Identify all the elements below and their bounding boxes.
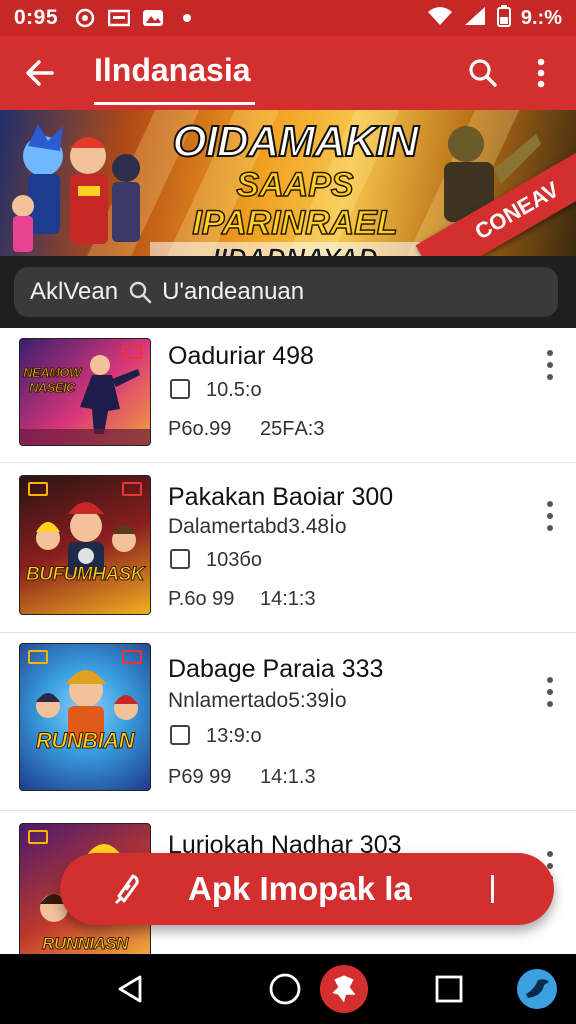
app-thumbnail: NEAMOW NASEIC [19,338,151,446]
item-more-button[interactable] [538,501,562,531]
item-title: Oaduriar 498 [168,342,314,370]
banner-line-1: OIDAMAKIN [171,117,419,167]
dot-icon [176,9,198,27]
banner-line-2: SAAPS IPARINRAEL [192,165,399,243]
recents-square-icon [435,975,463,1003]
item-subtitle: Nnlamertado5:39İo [168,689,347,712]
home-circle-icon [269,973,301,1005]
notification-icon [74,8,96,28]
edit-icon [108,871,144,907]
list-item[interactable]: BUFUMHASK Pakakan Baoiar 300 Dalamertabd… [0,463,576,633]
list-item[interactable]: NEAMOW NASEIC Oaduriar 498 10.5:o P6o.99… [0,328,576,463]
item-more-button[interactable] [538,677,562,707]
search-icon [128,280,152,304]
item-check-value: 13:9:o [206,725,262,747]
item-more-button[interactable] [538,350,562,380]
more-vert-icon [537,58,545,88]
item-price: P.6o 99 [168,588,235,610]
item-extra: 25FА:3 [260,418,325,440]
fab-divider [491,875,494,903]
item-checkbox[interactable] [170,549,190,569]
app-thumbnail: RUNBIAN [19,643,151,791]
page-title: Ilndanasia [94,52,254,105]
promo-banner[interactable]: OIDAMAKIN SAAPS IPARINRAEL IIDADNAYAD GI… [0,110,576,256]
item-extra: 14:1:3 [260,588,316,610]
item-title: Dabage Paraia 333 [168,655,384,683]
wifi-icon [427,6,453,31]
install-app-button[interactable]: Apk Imoрak la [60,853,554,925]
item-checkbox[interactable] [170,379,190,399]
adventure-character-image [36,670,138,742]
banner-line-3: IIDADNAYAD GIAMIAKI [150,242,440,256]
item-checkbox[interactable] [170,725,190,745]
arrow-back-icon [26,60,54,86]
overflow-menu-button[interactable] [522,54,560,92]
item-extra: 14:1.3 [260,766,316,788]
nav-home-button[interactable] [260,964,310,1014]
app-thumbnail: BUFUMHASK [19,475,151,615]
install-app-label: Apk Imoрak la [188,870,412,907]
search-strip: AklVean U'andeanuan [0,256,576,328]
nav-back-button[interactable] [106,964,156,1014]
battery-icon [496,4,511,32]
app-bar: Ilndanasia [0,36,576,110]
search-icon [469,59,497,87]
back-button[interactable] [14,47,66,99]
back-triangle-icon [118,975,142,1003]
status-time: 0:95 [14,6,59,29]
banner-headline: OIDAMAKIN SAAPS IPARINRAEL IIDADNAYAD GI… [150,117,440,256]
item-check-value: 103бo [206,549,262,571]
search-prefix: AklVean [30,278,119,305]
item-price: P6o.99 [168,418,232,440]
list-item[interactable]: RUNBIAN Dabage Paraia 333 Nnlamertado5:3… [0,633,576,811]
item-title: Pakakan Baoiar 300 [168,483,394,511]
status-bar: 0:95 9.:% [0,0,576,36]
hero-team-image [36,502,136,576]
nav-app-shortcut-button[interactable] [319,964,369,1014]
image-icon [142,9,164,27]
nav-bird-app-button[interactable] [512,964,562,1014]
message-icon [108,9,131,27]
search-input[interactable]: AklVean U'andeanuan [14,267,558,317]
item-subtitle: Dalamertabd3.48İo [168,515,347,538]
item-check-value: 10.5:o [206,379,262,401]
thumbnail-title: BUFUMHASK [26,564,145,586]
item-price: P69 99 [168,766,232,788]
thumbnail-title: NEAMOW NASEIC [23,365,82,396]
bird-app-icon [517,969,557,1009]
system-nav-bar [0,954,576,1024]
thumbnail-title: RUNBIAN [36,728,135,754]
hero-characters-image [12,124,140,252]
thumbnail-title: RUNNIASN [42,934,129,954]
search-button[interactable] [464,54,502,92]
signal-icon [463,6,487,31]
nav-recents-button[interactable] [424,964,474,1014]
search-query: U'andeanuan [162,278,305,305]
app-shortcut-icon [319,964,369,1014]
battery-percent: 9.:% [520,6,562,29]
